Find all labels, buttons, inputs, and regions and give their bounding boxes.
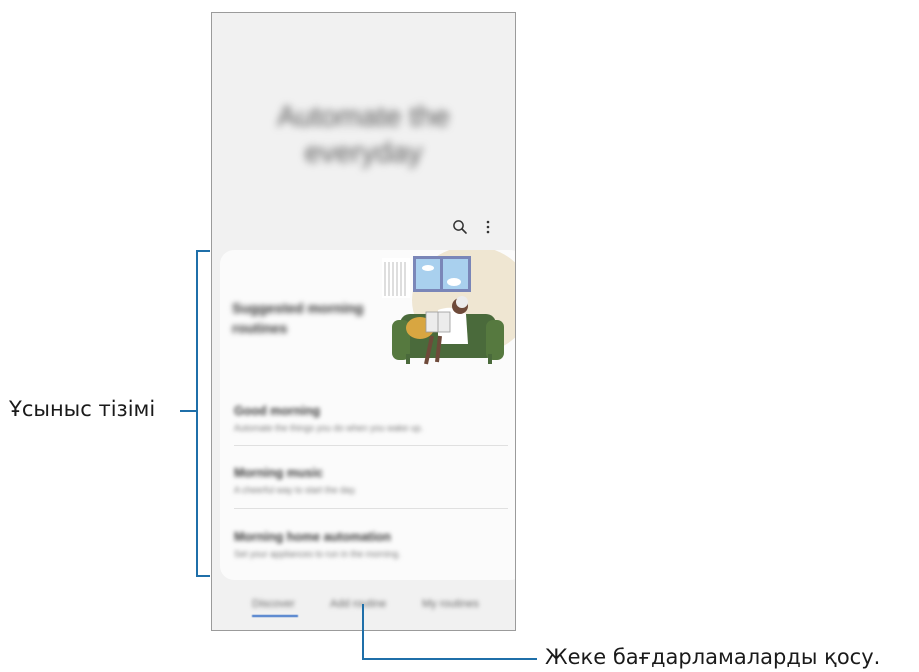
tab-my-routines[interactable]: My routines [422, 598, 479, 610]
add-custom-label: Жеке бағдарламаларды қосу. [545, 645, 881, 669]
divider [234, 445, 508, 446]
list-item[interactable]: Morning music A cheerful way to start th… [234, 466, 504, 495]
add-routine-leader-vertical [362, 604, 364, 659]
suggestion-card: Suggested morning routines Good morning … [220, 250, 515, 580]
sofa-reading-illustration [382, 250, 515, 365]
tab-discover-underline [252, 615, 298, 617]
suggestion-bracket-bottom [196, 575, 210, 577]
more-vert-icon[interactable] [484, 219, 492, 235]
add-routine-leader-horizontal [362, 658, 537, 660]
card-title: Suggested morning routines [232, 300, 364, 336]
suggestion-bracket-top [196, 250, 210, 252]
phone-screen: Automate the everyday Suggested morning … [211, 12, 516, 631]
list-item[interactable]: Good morning Automate the things you do … [234, 404, 504, 433]
divider [234, 508, 508, 509]
search-icon[interactable] [452, 219, 468, 235]
hero-title: Automate the everyday [277, 101, 450, 169]
list-item[interactable]: Morning home automation Set your applian… [234, 530, 504, 559]
suggestion-bracket-vertical [196, 250, 198, 576]
tab-add-routine[interactable]: Add routine [330, 598, 386, 610]
tab-discover[interactable]: Discover [252, 598, 295, 610]
suggestion-list-label: Ұсыныс тізімі [9, 397, 156, 421]
suggestion-leader-line [180, 410, 197, 412]
